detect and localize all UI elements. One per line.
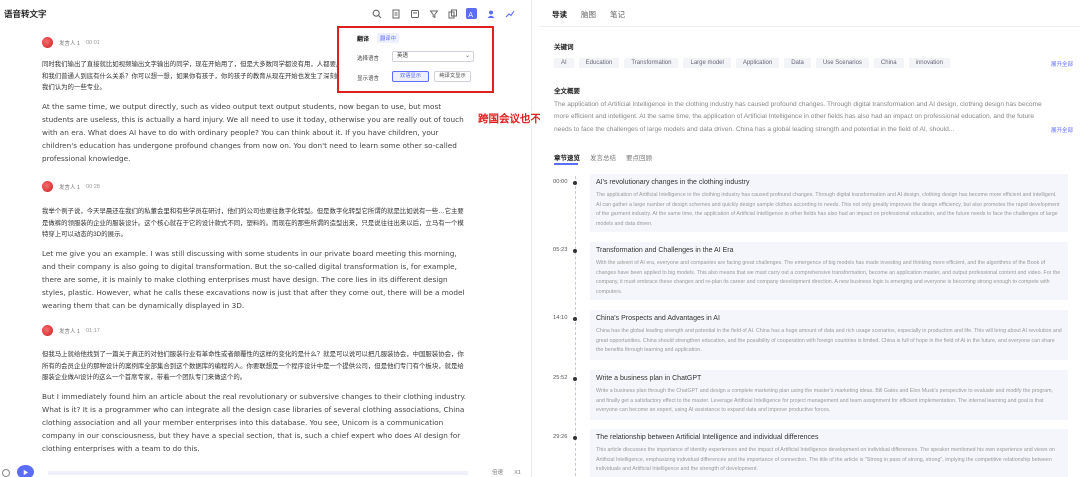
copy-icon[interactable] xyxy=(447,8,458,19)
chapter-time[interactable]: 00:00 xyxy=(553,179,568,185)
speed-value[interactable]: X1 xyxy=(514,470,521,476)
speed-label[interactable]: 倍速 xyxy=(492,468,503,476)
english-translation: Let me give you an example. I was still … xyxy=(42,248,465,311)
avatar xyxy=(42,325,53,336)
status-badge: 翻译中 xyxy=(377,33,399,43)
keyword-tag[interactable]: Education xyxy=(578,58,620,68)
keyword-list: AI Education Transformation Large model … xyxy=(554,58,950,68)
translation-only-option[interactable]: 纯译文显示 xyxy=(434,71,471,82)
chevron-down-icon: ⌄ xyxy=(464,53,470,59)
language-label: 选择语言 xyxy=(357,56,380,62)
chapter-card[interactable]: Write a business plan in ChatGPT Write a… xyxy=(590,370,1068,420)
display-label: 显示语言 xyxy=(357,76,380,82)
chinese-text: 我举个例子说，今天早晨还在我们的私董会里和有些学员在研讨，他们的公司也要往数字化… xyxy=(42,208,464,238)
translate-icon[interactable]: A xyxy=(466,8,477,19)
chart-icon[interactable] xyxy=(504,8,515,19)
timeline-dot xyxy=(573,377,577,381)
expand-keywords-link[interactable]: 展开全部 xyxy=(1051,60,1073,68)
search-icon[interactable] xyxy=(371,8,382,19)
svg-text:A: A xyxy=(468,11,473,19)
keywords-title: 关键词 xyxy=(554,44,574,51)
keyword-tag[interactable]: innovation xyxy=(908,58,950,68)
divider xyxy=(540,26,1080,27)
message: 但我马上就给他找到了一篇关于真正的对他们服装行业有革命性或者颠覆性的这样的变化的… xyxy=(42,349,470,461)
chapter-title: Write a business plan in ChatGPT xyxy=(596,375,702,382)
language-value: 英语 xyxy=(397,53,409,59)
keyword-tag[interactable]: Large model xyxy=(683,58,731,68)
summary-title: 全文概要 xyxy=(554,88,580,95)
avatar xyxy=(42,37,53,48)
chapter-card[interactable]: The relationship between Artificial Inte… xyxy=(590,429,1068,477)
document-icon[interactable] xyxy=(390,8,401,19)
keyword-tag[interactable]: Data xyxy=(784,58,811,68)
chapter-summary: This article discusses the importance of… xyxy=(596,447,1055,473)
chapter-title: China's Prospects and Advantages in AI xyxy=(596,315,720,322)
keyword-tag[interactable]: Application xyxy=(735,58,780,68)
play-icon xyxy=(23,469,29,475)
message-header: 发言人 1 00:28 xyxy=(42,181,100,192)
note-icon[interactable] xyxy=(409,8,420,19)
chapter-tabs: 章节速览 发言总结 要点回顾 xyxy=(554,152,652,162)
tab-mindmap[interactable]: 脑图 xyxy=(581,9,596,20)
timeline-dot xyxy=(573,249,577,253)
chapter-title: The relationship between Artificial Inte… xyxy=(596,434,819,441)
tab-key-points[interactable]: 要点回顾 xyxy=(626,152,652,162)
avatar xyxy=(42,181,53,192)
guide-pane: 导读 脑图 笔记 关键词 AI Education Transformation… xyxy=(540,0,1080,477)
transcript-toolbar: A xyxy=(371,8,515,19)
translate-popup: 翻译 翻译中 选择语言 英语 ⌄ 显示语言 双语显示 纯译文显示 xyxy=(345,30,485,88)
summary-text: The application of Artificial Intelligen… xyxy=(554,101,1042,133)
audio-waveform[interactable] xyxy=(48,471,468,475)
filter-icon[interactable] xyxy=(428,8,439,19)
speaker-name: 发言人 1 xyxy=(59,40,81,47)
tab-notes[interactable]: 笔记 xyxy=(610,9,625,20)
chapter-title: AI's revolutionary changes in the clothi… xyxy=(596,179,750,186)
guide-tabs: 导读 脑图 笔记 xyxy=(552,9,625,20)
popup-title: 翻译 xyxy=(357,37,370,43)
chapter-title: Transformation and Challenges in the AI … xyxy=(596,247,734,254)
timeline-dot xyxy=(573,181,577,185)
timeline xyxy=(575,176,576,476)
loop-icon[interactable] xyxy=(2,469,10,477)
message-header: 发言人 1 01:17 xyxy=(42,325,100,336)
speaker-name: 发言人 1 xyxy=(59,328,81,335)
play-button[interactable] xyxy=(17,465,34,477)
chapter-time[interactable]: 14:10 xyxy=(553,315,568,321)
timestamp[interactable]: 00:01 xyxy=(86,40,100,46)
chinese-text: 但我马上就给他找到了一篇关于真正的对他们服装行业有革命性或者颠覆性的这样的变化的… xyxy=(42,351,464,381)
tab-chapters[interactable]: 章节速览 xyxy=(554,152,580,162)
keyword-tag[interactable]: China xyxy=(873,58,904,68)
chapter-time[interactable]: 25:52 xyxy=(553,375,568,381)
english-translation: At the same time, we output directly, su… xyxy=(42,101,464,164)
message-header: 发言人 1 00:01 xyxy=(42,37,100,48)
timeline-dot xyxy=(573,317,577,321)
chapter-summary: With the advent of AI era, everyone and … xyxy=(596,260,1061,295)
keyword-tag[interactable]: Transformation xyxy=(624,58,679,68)
tab-speaker-summary[interactable]: 发言总结 xyxy=(590,152,616,162)
chapter-card[interactable]: China's Prospects and Advantages in AI C… xyxy=(590,310,1068,360)
timeline-dot xyxy=(573,436,577,440)
speaker-name: 发言人 1 xyxy=(59,184,81,191)
chapter-time[interactable]: 29:26 xyxy=(553,434,568,440)
keyword-tag[interactable]: AI xyxy=(554,58,574,68)
chapter-summary: The application of Artificial Intelligen… xyxy=(596,192,1060,227)
user-icon[interactable] xyxy=(485,8,496,19)
chapter-summary: Write a business plan through the ChatGP… xyxy=(596,388,1054,414)
english-translation: But I immediately found him an article a… xyxy=(42,391,467,454)
language-select[interactable]: 英语 ⌄ xyxy=(392,51,474,62)
keyword-tag[interactable]: Use Scenarios xyxy=(815,58,869,68)
chapter-card[interactable]: Transformation and Challenges in the AI … xyxy=(590,242,1068,300)
chapter-time[interactable]: 05:23 xyxy=(553,247,568,253)
tab-guide[interactable]: 导读 xyxy=(552,9,567,20)
page-title: 语音转文字 xyxy=(4,9,47,19)
active-tab-indicator xyxy=(554,163,578,165)
chapter-summary: China has the global leading strength an… xyxy=(596,328,1062,354)
timestamp[interactable]: 00:28 xyxy=(86,184,100,190)
timestamp[interactable]: 01:17 xyxy=(86,328,100,334)
bilingual-option[interactable]: 双语显示 xyxy=(392,71,429,82)
expand-summary-link[interactable]: 展开全部 xyxy=(1051,126,1073,134)
chapter-card[interactable]: AI's revolutionary changes in the clothi… xyxy=(590,174,1068,232)
message: 我举个例子说，今天早晨还在我们的私董会里和有些学员在研讨，他们的公司也要往数字化… xyxy=(42,206,470,313)
